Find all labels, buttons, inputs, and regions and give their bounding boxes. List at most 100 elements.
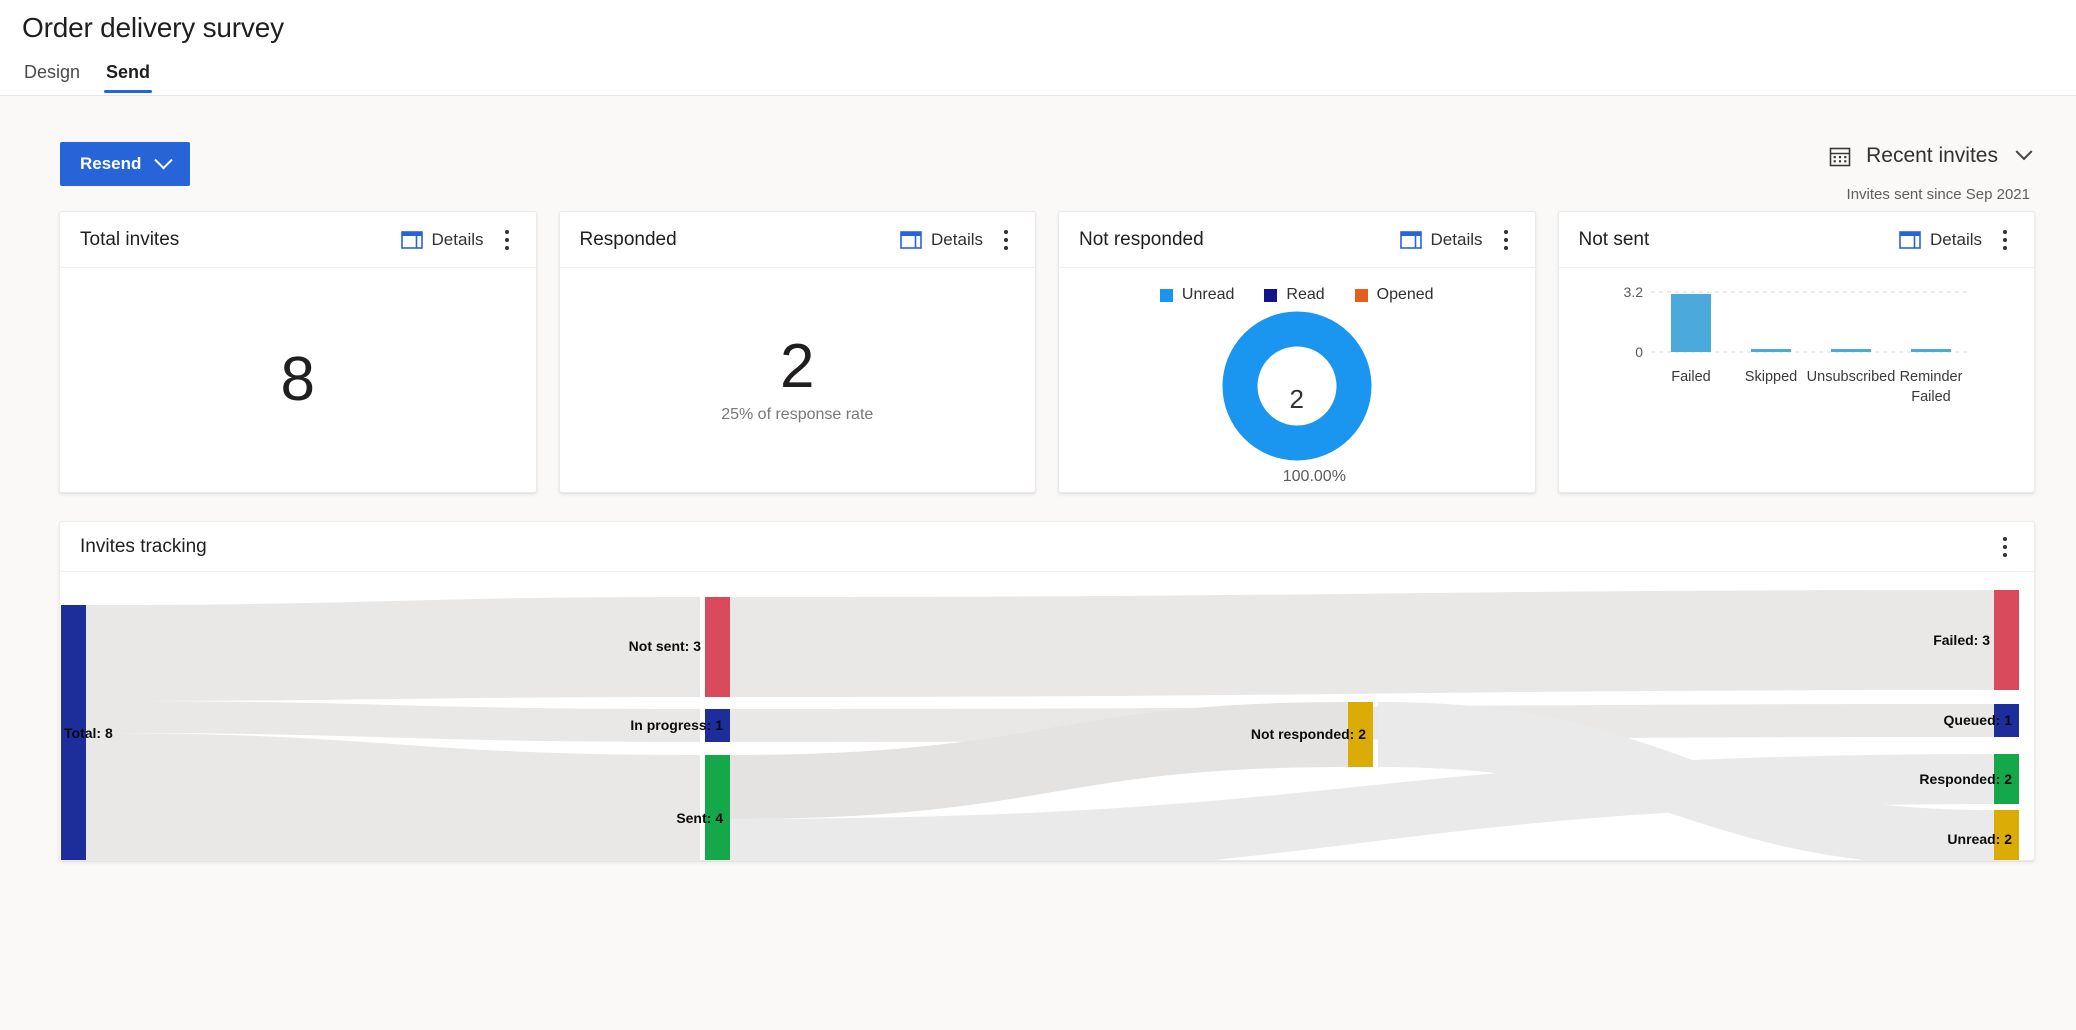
card-title: Total invites — [80, 229, 397, 251]
card-header: Total invites Details — [60, 212, 536, 268]
metric-value: 2 — [560, 336, 1036, 398]
card-total-invites: Total invites Details 8 — [59, 211, 537, 493]
sankey-label-queued: Queued: 1 — [1944, 712, 2013, 728]
bar-chart-svg[interactable]: 3.2 0 Failed Skipped Unsubscribed Remind… — [1559, 268, 2029, 492]
legend-label: Opened — [1377, 286, 1434, 304]
more-vertical-icon[interactable] — [1992, 225, 2018, 255]
app-header: Order delivery survey Design Send — [0, 0, 2076, 96]
card-title: Responded — [580, 229, 897, 251]
x-tick-label-failed: Failed — [1671, 369, 1711, 385]
x-tick-label-reminder-line2: Failed — [1911, 389, 1951, 405]
sankey-chart-svg[interactable]: Total: 8 Not sent: 3 In progress: 1 Sent… — [60, 572, 2034, 860]
donut-percent-label: 100.00% — [1283, 468, 1346, 486]
chevron-down-icon — [2016, 143, 2033, 160]
link-total-not-sent[interactable] — [86, 597, 700, 701]
card-header: Invites tracking — [60, 522, 2034, 572]
donut-legend: Unread Read Opened — [1059, 268, 1535, 304]
card-header: Responded Details — [560, 212, 1036, 268]
donut-chart: 2 100.00% — [1059, 308, 1535, 488]
sankey-label-sent: Sent: 4 — [676, 810, 723, 826]
legend-item-opened[interactable]: Opened — [1355, 286, 1434, 304]
card-not-sent: Not sent Details — [1558, 211, 2036, 493]
legend-item-read[interactable]: Read — [1264, 286, 1324, 304]
details-panel-icon — [401, 231, 423, 249]
details-label: Details — [432, 230, 484, 250]
card-title: Not sent — [1579, 229, 1896, 251]
legend-swatch-icon — [1160, 289, 1173, 302]
legend-label: Unread — [1182, 286, 1234, 304]
card-header: Not responded Details — [1059, 212, 1535, 268]
calendar-icon — [1828, 144, 1852, 168]
more-vertical-icon[interactable] — [1992, 532, 2018, 562]
metric-subtext: 25% of response rate — [560, 406, 1036, 424]
card-not-responded: Not responded Details Unread — [1058, 211, 1536, 493]
link-total-sent[interactable] — [86, 733, 700, 860]
chevron-down-icon — [155, 151, 173, 169]
x-tick-label-unsubscribed: Unsubscribed — [1806, 369, 1895, 385]
page-title: Order delivery survey — [22, 0, 2054, 44]
x-tick-label-reminder: Reminder — [1899, 369, 1962, 385]
legend-item-unread[interactable]: Unread — [1160, 286, 1234, 304]
donut-center-value: 2 — [1059, 384, 1535, 415]
x-tick-label-skipped: Skipped — [1744, 369, 1796, 385]
card-title: Invites tracking — [80, 536, 1986, 558]
card-body: 8 — [60, 268, 536, 492]
bar-reminder-failed[interactable] — [1911, 349, 1951, 352]
card-body: 3.2 0 Failed Skipped Unsubscribed Remind… — [1559, 268, 2035, 492]
sankey-chart: Total: 8 Not sent: 3 In progress: 1 Sent… — [60, 572, 2034, 860]
resend-button-label: Resend — [80, 154, 141, 174]
more-vertical-icon[interactable] — [1493, 225, 1519, 255]
command-bar: Resend Recent invites Invites sent since… — [60, 142, 2030, 194]
dashboard-canvas: Resend Recent invites Invites sent since… — [0, 96, 2076, 1030]
link-not-sent-failed[interactable] — [730, 590, 1994, 697]
resend-button[interactable]: Resend — [60, 142, 190, 186]
sankey-label-in-progress: In progress: 1 — [630, 717, 723, 733]
tab-send[interactable]: Send — [104, 60, 152, 93]
details-button[interactable]: Details — [1396, 228, 1487, 252]
bar-failed[interactable] — [1671, 294, 1711, 352]
sankey-links — [86, 590, 1994, 860]
bar-unsubscribed[interactable] — [1831, 349, 1871, 352]
recent-invites-label: Recent invites — [1866, 144, 1998, 168]
bar-chart: 3.2 0 Failed Skipped Unsubscribed Remind… — [1559, 268, 2035, 492]
sankey-label-unread: Unread: 2 — [1947, 831, 2012, 847]
recent-invites-picker[interactable]: Recent invites — [1828, 144, 2030, 168]
more-vertical-icon[interactable] — [494, 225, 520, 255]
invites-subtitle: Invites sent since Sep 2021 — [1847, 186, 2030, 203]
metric-block: 8 — [60, 349, 536, 411]
details-panel-icon — [1899, 231, 1921, 249]
y-tick-label-top: 3.2 — [1623, 284, 1643, 300]
more-vertical-icon[interactable] — [993, 225, 1019, 255]
kpi-card-row: Total invites Details 8 — [59, 211, 2035, 493]
legend-label: Read — [1286, 286, 1324, 304]
card-body: 2 25% of response rate — [560, 268, 1036, 492]
card-title: Not responded — [1079, 229, 1396, 251]
details-panel-icon — [900, 231, 922, 249]
details-button[interactable]: Details — [896, 228, 987, 252]
metric-value: 8 — [60, 349, 536, 411]
card-responded: Responded Details 2 25% of response rate — [559, 211, 1037, 493]
sankey-node-failed[interactable] — [1994, 590, 2019, 690]
metric-block: 2 25% of response rate — [560, 336, 1036, 424]
sankey-node-sent[interactable] — [705, 755, 730, 860]
details-button[interactable]: Details — [397, 228, 488, 252]
sankey-label-failed: Failed: 3 — [1933, 632, 1990, 648]
sankey-label-responded: Responded: 2 — [1919, 771, 2012, 787]
card-invites-tracking: Invites tracking — [59, 521, 2035, 861]
card-header: Not sent Details — [1559, 212, 2035, 268]
sankey-label-not-responded: Not responded: 2 — [1251, 726, 1366, 742]
sankey-label-not-sent: Not sent: 3 — [629, 638, 702, 654]
legend-swatch-icon — [1264, 289, 1277, 302]
details-label: Details — [1930, 230, 1982, 250]
details-button[interactable]: Details — [1895, 228, 1986, 252]
sankey-label-total: Total: 8 — [64, 725, 113, 741]
y-tick-label-bottom: 0 — [1635, 344, 1643, 360]
bar-skipped[interactable] — [1751, 349, 1791, 352]
details-panel-icon — [1400, 231, 1422, 249]
details-label: Details — [931, 230, 983, 250]
details-label: Details — [1431, 230, 1483, 250]
tab-strip: Design Send — [22, 60, 2054, 93]
legend-swatch-icon — [1355, 289, 1368, 302]
sankey-node-not-sent[interactable] — [705, 597, 730, 697]
tab-design[interactable]: Design — [22, 60, 82, 93]
